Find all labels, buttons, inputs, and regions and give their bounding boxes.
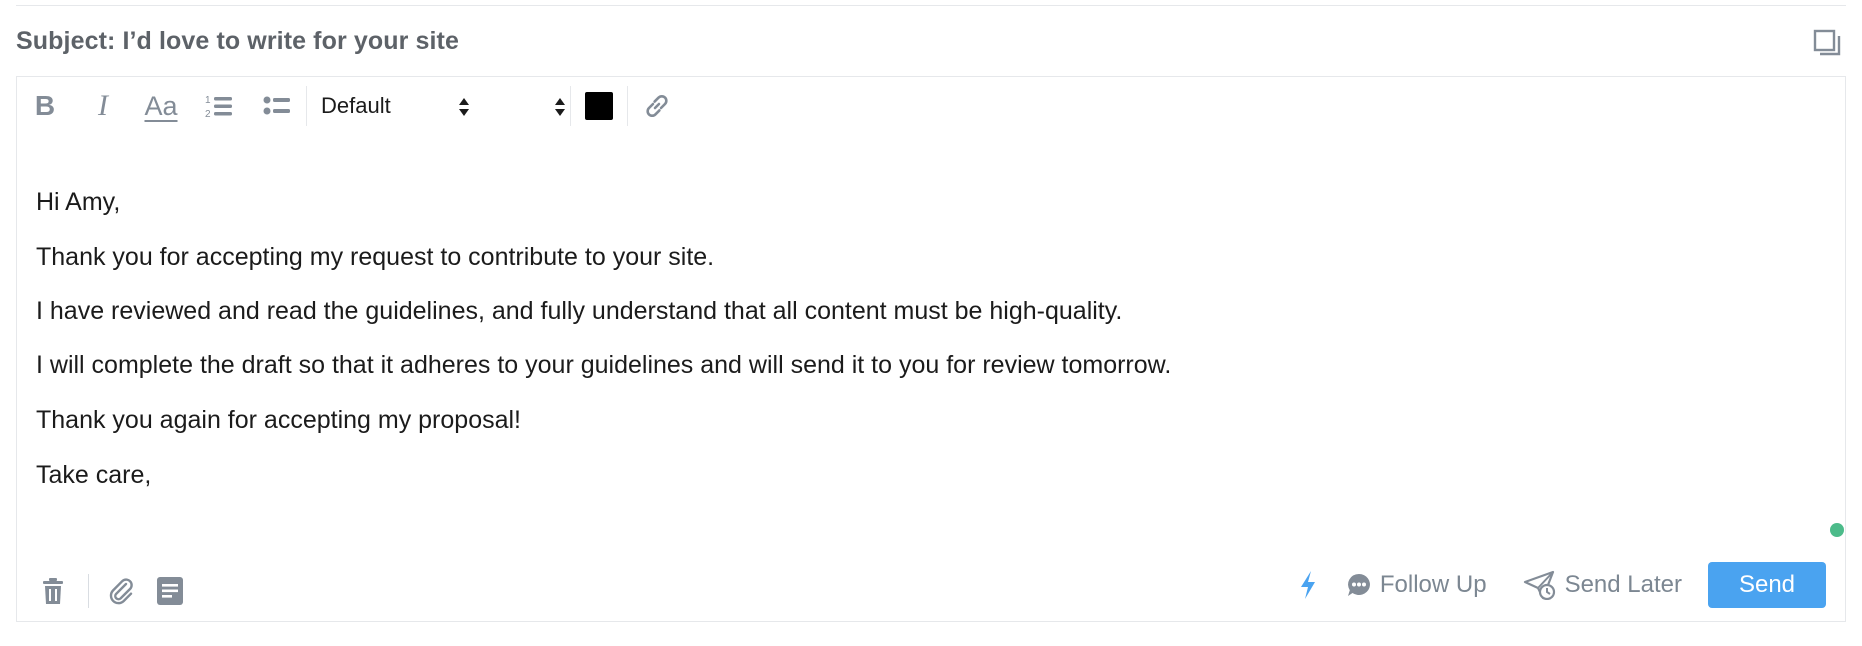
- footer-divider: [88, 574, 89, 608]
- font-size-icon: Aa: [144, 90, 178, 121]
- font-family-value: Default: [321, 93, 391, 118]
- text-color-button[interactable]: [571, 78, 627, 134]
- font-family-select[interactable]: Default: [307, 78, 490, 134]
- message-paragraph: Thank you for accepting my request to co…: [36, 243, 715, 271]
- font-size-select[interactable]: [490, 78, 570, 134]
- popout-window-icon[interactable]: [1812, 28, 1842, 58]
- send-later-icon: [1523, 570, 1555, 600]
- footer-right-actions: Follow Up Send Later Send: [1298, 562, 1826, 608]
- message-signoff: Take care,: [36, 461, 152, 489]
- text-color-swatch: [585, 92, 613, 120]
- select-arrows-icon: [555, 98, 565, 116]
- message-paragraph: I have reviewed and read the guidelines,…: [36, 297, 1123, 325]
- italic-button[interactable]: I: [74, 78, 132, 134]
- trash-icon: [43, 578, 63, 604]
- send-later-label: Send Later: [1564, 571, 1682, 598]
- status-indicator: [1830, 523, 1844, 537]
- message-greeting: Hi Amy,: [36, 188, 121, 216]
- insert-template-button[interactable]: [153, 574, 187, 608]
- italic-icon: I: [98, 89, 108, 122]
- send-button[interactable]: Send: [1708, 562, 1826, 608]
- bold-icon: B: [34, 90, 56, 121]
- subject-row: Subject: I’d love to write for your site: [16, 6, 1846, 77]
- send-label: Send: [1738, 571, 1796, 598]
- attach-file-button[interactable]: [105, 574, 139, 608]
- message-paragraph: Thank you again for accepting my proposa…: [36, 406, 521, 434]
- ordered-list-button[interactable]: 1 2: [190, 78, 248, 134]
- svg-text:1: 1: [205, 95, 211, 106]
- delete-draft-button[interactable]: [36, 574, 70, 608]
- bold-button[interactable]: B: [16, 78, 74, 134]
- paperclip-icon: [109, 578, 133, 605]
- bullet-list-button[interactable]: [248, 78, 306, 134]
- lightning-icon: [1300, 571, 1315, 599]
- follow-up-button[interactable]: Follow Up: [1346, 571, 1487, 599]
- bullet-list-icon: [263, 96, 290, 115]
- font-size-button[interactable]: Aa: [132, 78, 190, 134]
- footer-left-actions: [36, 570, 187, 612]
- link-icon: [646, 94, 668, 118]
- insert-link-button[interactable]: [628, 78, 686, 134]
- chat-bubble-icon: [1347, 574, 1370, 596]
- formatting-toolbar: B I Aa 1 2 Default: [16, 78, 716, 134]
- send-later-button[interactable]: Send Later: [1523, 570, 1682, 600]
- select-arrows-icon: [459, 98, 469, 116]
- message-paragraph: I will complete the draft so that it adh…: [36, 351, 1172, 379]
- message-body[interactable]: Hi Amy, Thank you for accepting my reque…: [36, 188, 1736, 516]
- follow-up-label: Follow Up: [1379, 571, 1487, 598]
- template-icon: [157, 577, 183, 605]
- quick-actions-button[interactable]: [1298, 570, 1318, 600]
- ordered-list-icon: 1 2: [205, 95, 232, 119]
- svg-text:2: 2: [205, 109, 211, 119]
- subject-line: Subject: I’d love to write for your site: [16, 26, 459, 55]
